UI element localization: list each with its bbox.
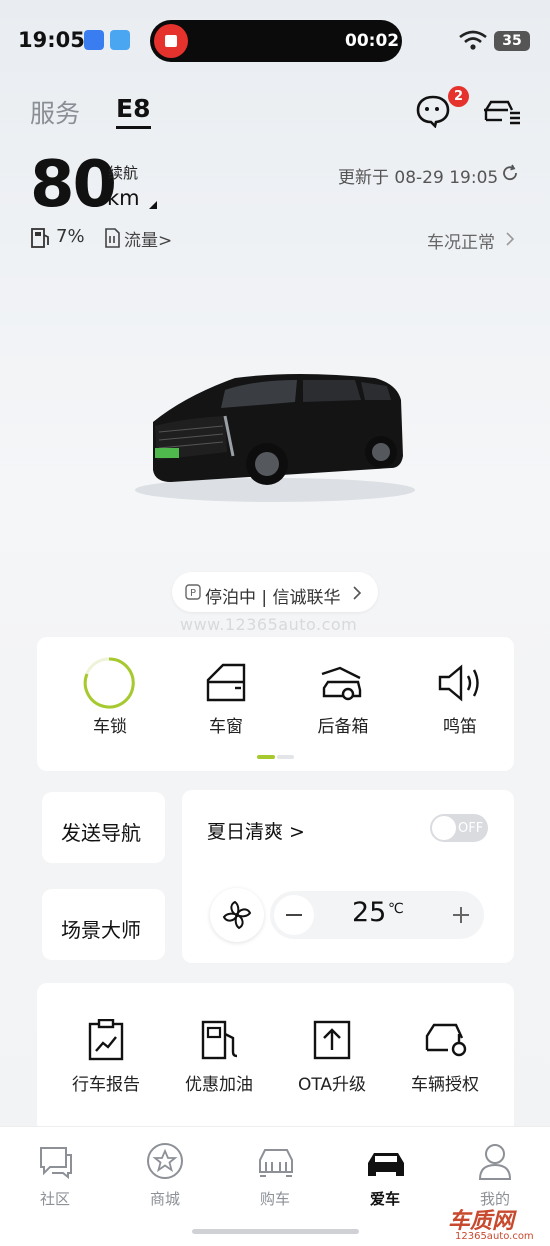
fan-icon: [221, 899, 253, 931]
vehicle-status-link[interactable]: 车况正常: [427, 228, 495, 253]
minus-icon: [286, 913, 302, 917]
update-time: 更新于 08-29 19:05: [338, 168, 499, 188]
fuel-icon: [30, 227, 52, 249]
browser-notification-icon: [110, 30, 130, 50]
scene-master-label: 场景大师: [61, 918, 141, 942]
control-label-lock: 车锁: [93, 717, 127, 737]
service-label-ota: OTA升级: [297, 1075, 367, 1095]
status-time: 19:05: [18, 28, 85, 52]
refresh-icon[interactable]: [501, 164, 519, 182]
battery-indicator: 35: [494, 31, 530, 51]
car-key-icon[interactable]: [424, 1022, 470, 1060]
temperature-unit: ℃: [388, 901, 404, 917]
tab-service[interactable]: 服务: [30, 94, 80, 130]
person-icon[interactable]: [477, 1141, 513, 1181]
car-solid-icon[interactable]: [366, 1150, 406, 1176]
service-label-report: 行车报告: [72, 1075, 140, 1095]
sim-card-icon: [103, 228, 121, 248]
range-value: 80: [30, 148, 117, 222]
toggle-state: OFF: [458, 821, 484, 836]
corner-logo-url: 12365auto.com: [455, 1231, 534, 1242]
control-label-horn: 鸣笛: [443, 717, 477, 737]
service-label-authorize: 车辆授权: [411, 1075, 479, 1095]
stop-recording-icon[interactable]: [154, 24, 188, 58]
car-list-icon[interactable]: [482, 98, 522, 126]
data-flow-link[interactable]: 流量>: [124, 226, 172, 251]
active-tab-underline: [116, 126, 151, 129]
range-unit: km: [107, 186, 140, 210]
control-label-trunk: 后备箱: [317, 717, 369, 737]
scene-title[interactable]: 夏日清爽 >: [207, 817, 305, 844]
fuel-percent: 7%: [56, 226, 85, 247]
star-circle-icon[interactable]: [146, 1142, 184, 1180]
report-icon[interactable]: [87, 1019, 125, 1061]
chevron-right-icon: [505, 231, 515, 247]
nav-my-car[interactable]: 爱车: [350, 1188, 420, 1209]
ota-upload-icon[interactable]: [313, 1020, 351, 1060]
window-icon[interactable]: [205, 662, 247, 702]
home-indicator[interactable]: [192, 1229, 359, 1234]
horn-icon[interactable]: [438, 664, 484, 702]
control-label-window: 车窗: [209, 717, 243, 737]
page-indicator-active: [257, 755, 275, 759]
message-badge: 2: [448, 86, 469, 107]
nav-buy-car[interactable]: 购车: [240, 1188, 310, 1209]
app-notification-icon: [84, 30, 104, 50]
wifi-icon: [458, 29, 488, 51]
page-indicator: [277, 755, 294, 759]
parking-location: 停泊中 | 信诚联华: [205, 588, 341, 608]
range-dropdown-icon[interactable]: [149, 201, 157, 209]
parking-icon: P: [185, 584, 201, 600]
trunk-icon[interactable]: [320, 664, 364, 702]
range-label: 续航: [108, 164, 139, 182]
car-front-icon[interactable]: [256, 1146, 296, 1178]
tab-e8[interactable]: E8: [116, 94, 150, 123]
temperature-value: 25: [352, 897, 387, 928]
svg-text:P: P: [190, 588, 196, 599]
nav-community[interactable]: 社区: [20, 1188, 90, 1209]
lock-ring-icon[interactable]: [82, 656, 136, 710]
watermark: www.12365auto.com: [180, 615, 358, 634]
fuel-pump-icon[interactable]: [200, 1020, 242, 1060]
message-icon[interactable]: [415, 94, 451, 128]
toggle-knob: [432, 816, 456, 840]
send-navigation-label: 发送导航: [61, 821, 141, 845]
chevron-right-icon: [352, 585, 362, 601]
vehicle-image[interactable]: [125, 360, 425, 510]
service-label-fuel: 优惠加油: [185, 1075, 253, 1095]
plus-icon: [453, 907, 469, 923]
chat-bubbles-icon[interactable]: [38, 1145, 74, 1179]
recording-time: 00:02: [345, 31, 400, 51]
nav-mall[interactable]: 商城: [130, 1188, 200, 1209]
